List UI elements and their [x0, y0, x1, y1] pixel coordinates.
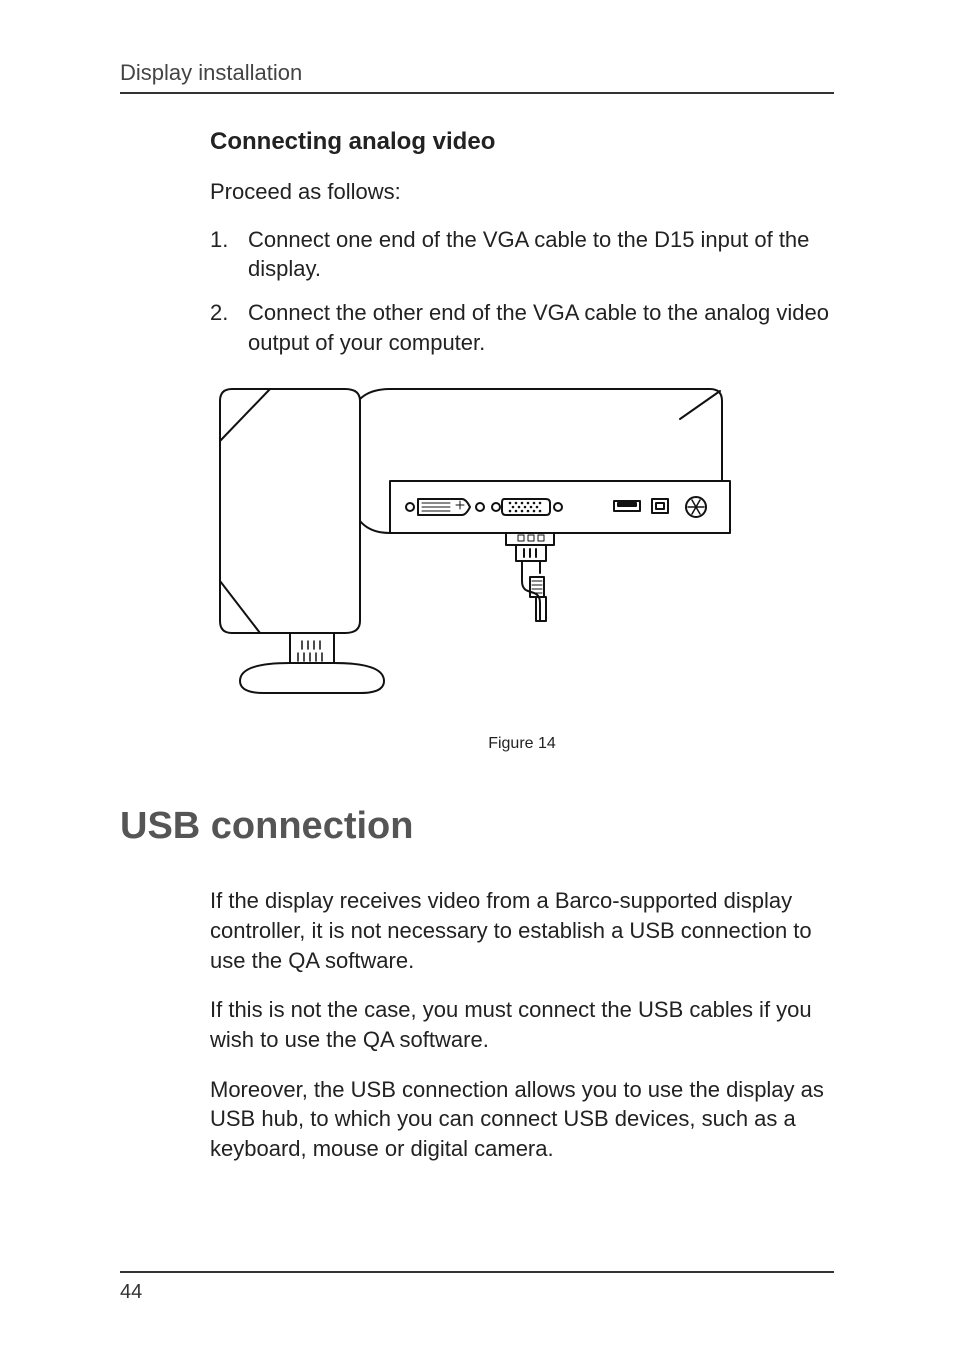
step-item: 1. Connect one end of the VGA cable to t…	[210, 225, 834, 284]
subsection-heading: Connecting analog video	[210, 128, 834, 156]
display-diagram	[210, 381, 740, 701]
step-text: Connect one end of the VGA cable to the …	[248, 225, 834, 284]
figure-caption: Figure 14	[210, 735, 834, 753]
step-number: 2.	[210, 298, 248, 357]
page-number: 44	[120, 1281, 834, 1304]
header-rule	[120, 92, 834, 94]
step-list: 1. Connect one end of the VGA cable to t…	[210, 225, 834, 358]
body-paragraph: If the display receives video from a Bar…	[210, 886, 834, 975]
step-text: Connect the other end of the VGA cable t…	[248, 298, 834, 357]
page-footer: 44	[120, 1271, 834, 1304]
figure-wrapper: Figure 14	[210, 381, 834, 753]
lead-text: Proceed as follows:	[210, 178, 834, 207]
body-paragraph: If this is not the case, you must connec…	[210, 995, 834, 1054]
footer-rule	[120, 1271, 834, 1273]
running-head: Display installation	[120, 60, 834, 86]
main-content: Connecting analog video Proceed as follo…	[210, 128, 834, 357]
page: Display installation Connecting analog v…	[0, 0, 954, 1352]
section-heading: USB connection	[120, 805, 834, 848]
step-number: 1.	[210, 225, 248, 284]
step-item: 2. Connect the other end of the VGA cabl…	[210, 298, 834, 357]
body-paragraph: Moreover, the USB connection allows you …	[210, 1075, 834, 1164]
